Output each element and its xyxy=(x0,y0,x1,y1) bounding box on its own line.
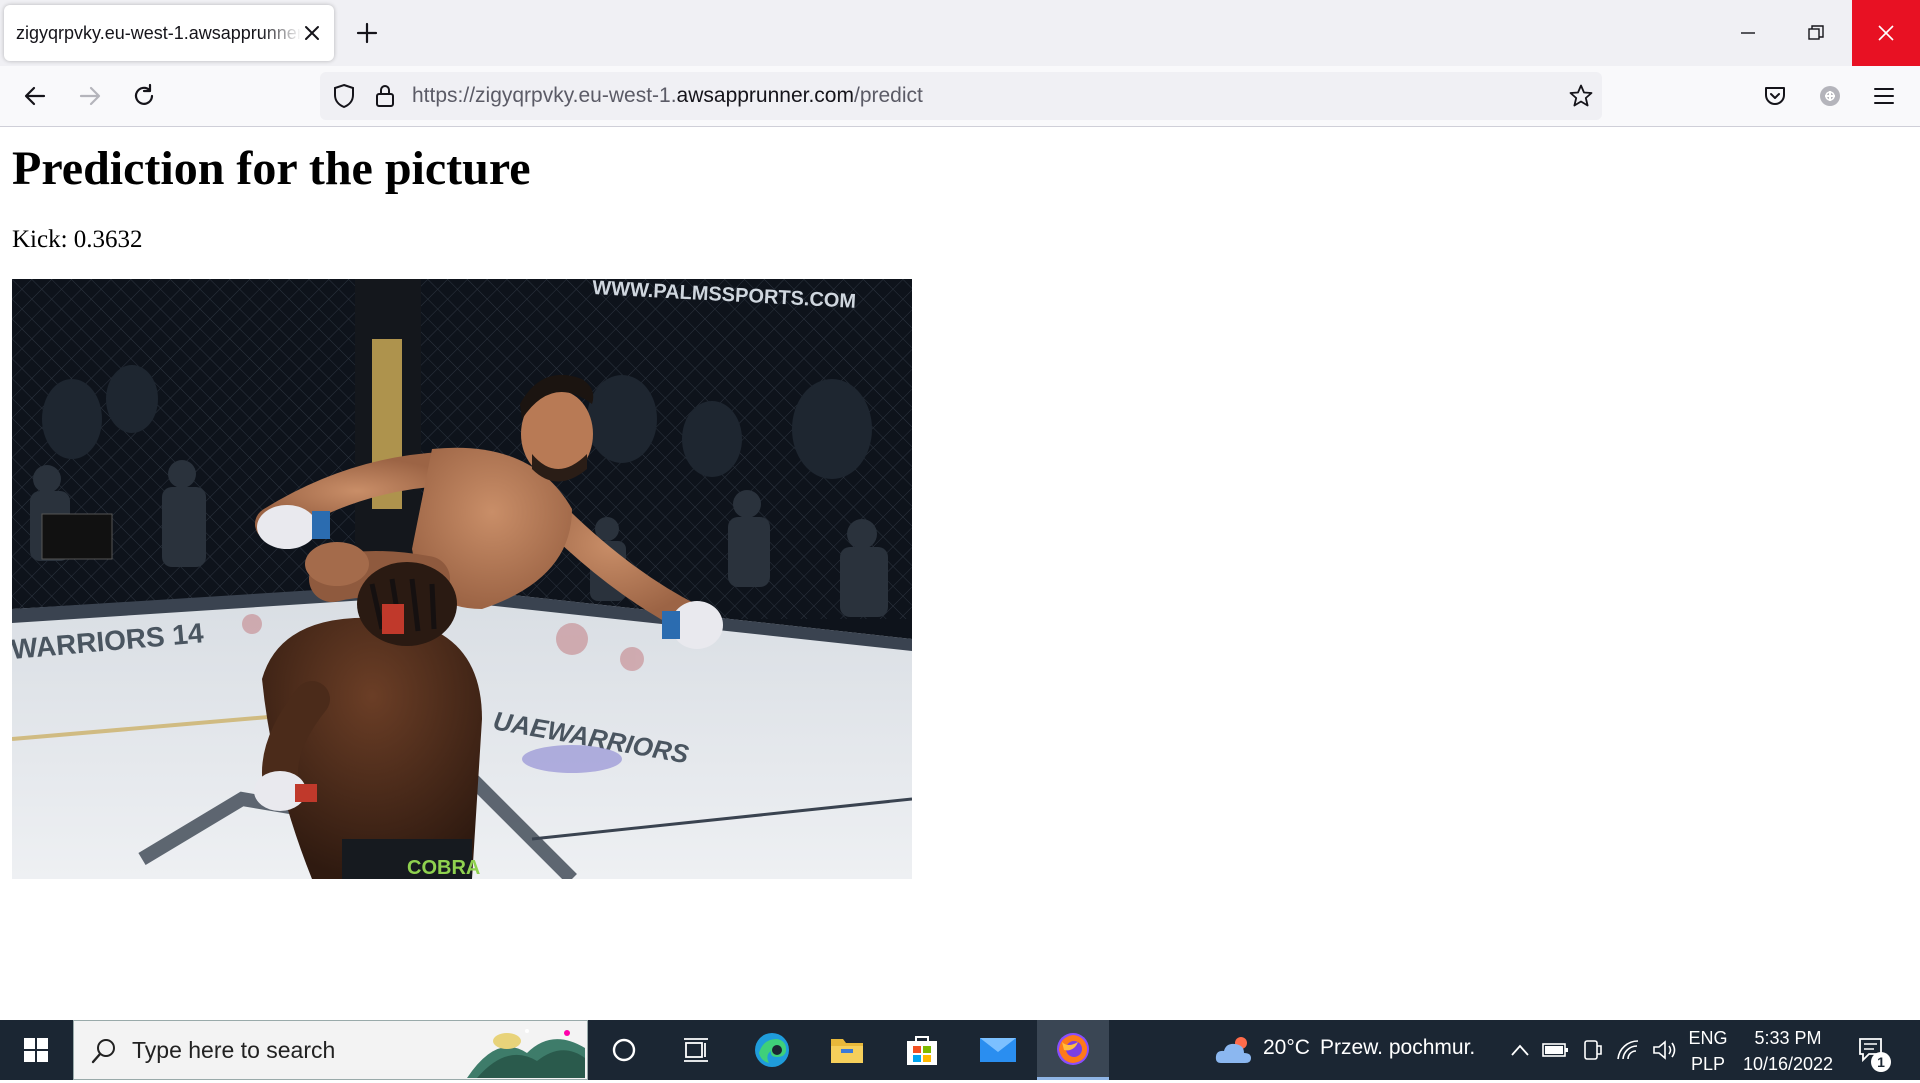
bookmark-star-icon[interactable] xyxy=(1566,81,1596,111)
weather-description[interactable]: Przew. pochmur. xyxy=(1320,1036,1475,1060)
pocket-icon[interactable] xyxy=(1759,80,1791,112)
windows-start-icon[interactable] xyxy=(0,1020,72,1080)
weather-cloud-icon[interactable] xyxy=(1210,1020,1258,1080)
page-content: Prediction for the picture Kick: 0.3632 xyxy=(0,127,1920,1020)
taskbar-search-box[interactable]: Type here to search xyxy=(73,1020,588,1080)
notification-center-icon[interactable]: 1 xyxy=(1850,1020,1894,1080)
windows-taskbar: Type here to search 20°C Przew. pochmur. xyxy=(0,1020,1920,1080)
language-code[interactable]: ENG xyxy=(1686,1028,1730,1049)
weather-temperature[interactable]: 20°C xyxy=(1263,1036,1310,1060)
minimize-icon[interactable] xyxy=(1714,0,1782,66)
tab-title: zigyqrpvky.eu-west-1.awsapprunner.com/pr… xyxy=(16,23,301,43)
tab-strip: zigyqrpvky.eu-west-1.awsapprunner.com/pr… xyxy=(0,0,1920,66)
forward-arrow-icon[interactable] xyxy=(74,80,106,112)
microsoft-store-icon[interactable] xyxy=(892,1020,952,1080)
firefox-taskbar-icon[interactable] xyxy=(1037,1020,1109,1080)
svg-text:COBRA: COBRA xyxy=(407,857,480,879)
restore-icon[interactable] xyxy=(1782,0,1850,66)
back-arrow-icon[interactable] xyxy=(19,80,51,112)
url-path: /predict xyxy=(853,84,923,107)
clock-time[interactable]: 5:33 PM xyxy=(1738,1028,1838,1049)
wifi-icon[interactable] xyxy=(1612,1020,1646,1080)
notification-badge: 1 xyxy=(1871,1052,1891,1072)
extension-icon[interactable] xyxy=(1814,80,1846,112)
url-text[interactable]: https://zigyqrpvky.eu-west-1.awsapprunne… xyxy=(412,72,923,120)
chevron-up-icon[interactable] xyxy=(1506,1020,1534,1080)
address-bar[interactable]: https://zigyqrpvky.eu-west-1.awsapprunne… xyxy=(320,72,1602,120)
reload-icon[interactable] xyxy=(128,80,160,112)
keyboard-layout[interactable]: PLP xyxy=(1686,1054,1730,1075)
volume-icon[interactable] xyxy=(1648,1020,1682,1080)
window-close-icon[interactable] xyxy=(1852,0,1920,66)
shield-icon[interactable] xyxy=(329,81,359,111)
search-highlight-icon xyxy=(467,1023,585,1078)
mma-fight-photo: WWW.PALMSSPORTS.COM WARRIORS 14 UAEWARRI… xyxy=(12,279,912,879)
file-explorer-icon[interactable] xyxy=(817,1020,877,1080)
lock-icon[interactable] xyxy=(370,81,400,111)
search-icon xyxy=(90,1037,118,1065)
device-icon[interactable] xyxy=(1578,1020,1608,1080)
page-title: Prediction for the picture xyxy=(12,142,531,195)
search-placeholder: Type here to search xyxy=(132,1037,336,1063)
clock-date[interactable]: 10/16/2022 xyxy=(1738,1054,1838,1075)
close-tab-icon[interactable] xyxy=(300,21,324,45)
menu-hamburger-icon[interactable] xyxy=(1868,80,1900,112)
url-prefix: https://zigyqrpvky.eu-west-1. xyxy=(412,84,677,107)
task-view-icon[interactable] xyxy=(666,1020,726,1080)
url-domain: awsapprunner.com xyxy=(676,84,854,107)
edge-browser-icon[interactable] xyxy=(742,1020,802,1080)
prediction-result: Kick: 0.3632 xyxy=(12,226,143,253)
battery-icon[interactable] xyxy=(1540,1020,1572,1080)
browser-tab[interactable]: zigyqrpvky.eu-west-1.awsapprunner.com/pr… xyxy=(4,5,334,61)
cortana-icon[interactable] xyxy=(594,1020,654,1080)
navigation-toolbar: https://zigyqrpvky.eu-west-1.awsapprunne… xyxy=(0,66,1920,127)
new-tab-icon[interactable] xyxy=(350,16,384,50)
mail-icon[interactable] xyxy=(968,1020,1028,1080)
